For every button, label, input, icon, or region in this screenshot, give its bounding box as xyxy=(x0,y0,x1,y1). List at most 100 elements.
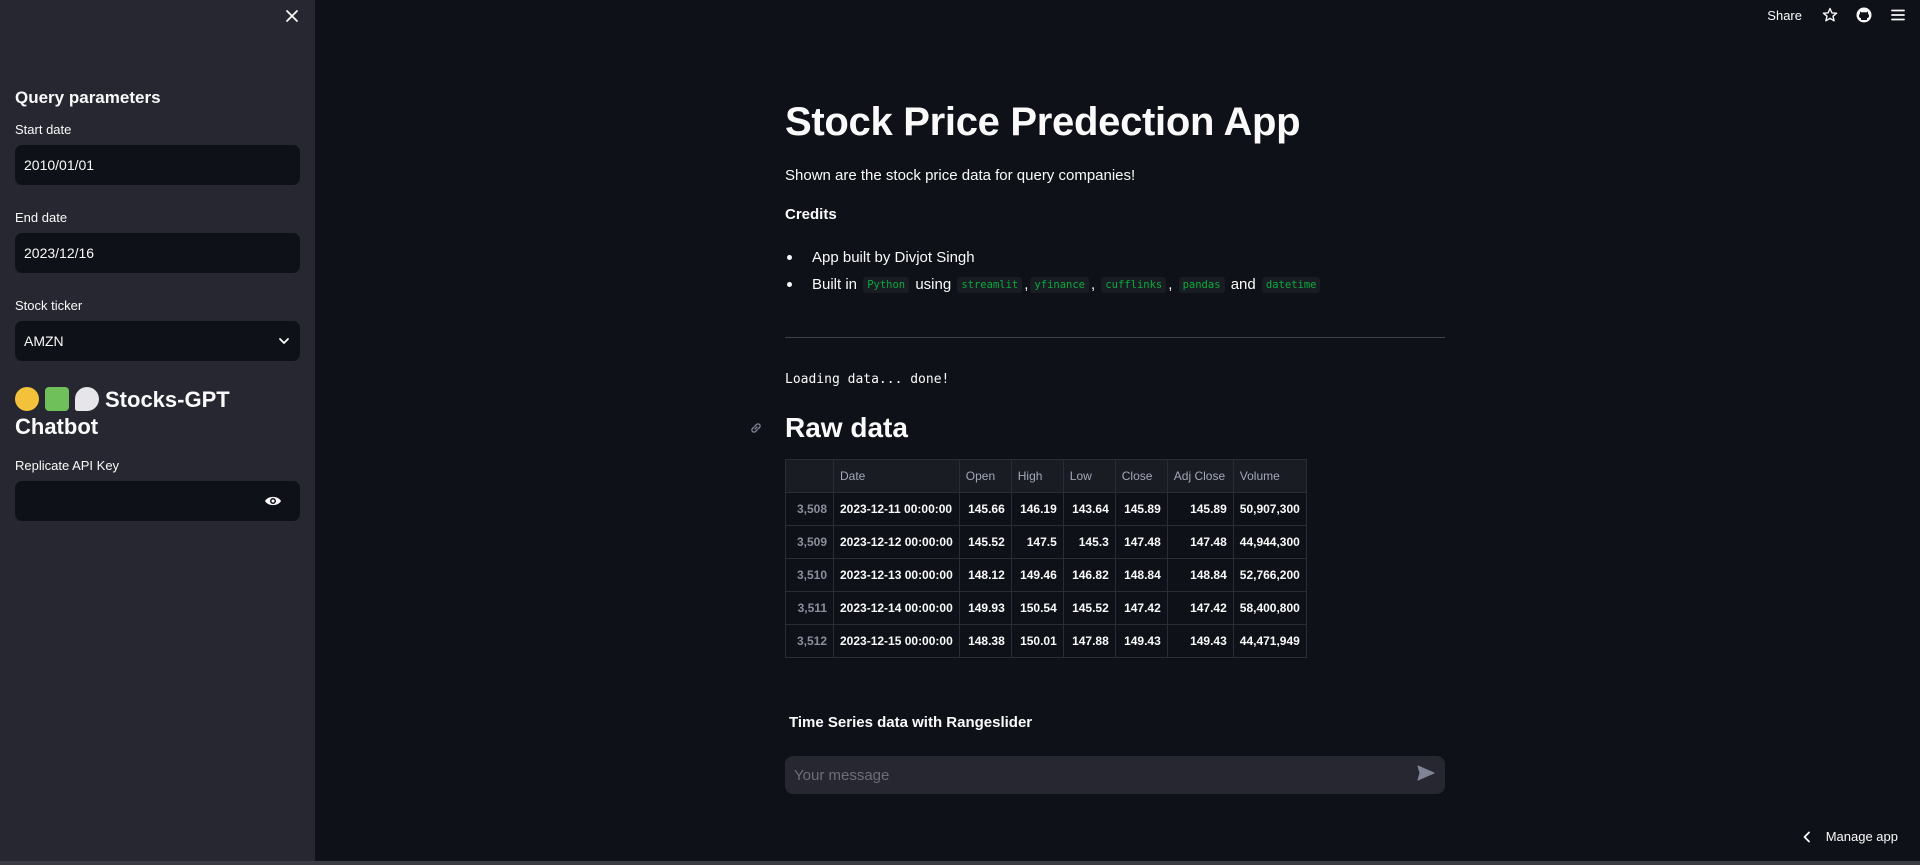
table-cell[interactable]: 149.43 xyxy=(1114,624,1168,658)
table-header-close[interactable]: Close xyxy=(1114,459,1168,493)
credit-item-tools: Built in Python using streamlit, yfinance… xyxy=(785,271,1322,298)
start-date-label: Start date xyxy=(15,122,72,137)
table-cell[interactable]: 146.82 xyxy=(1062,558,1116,592)
table-cell[interactable]: 44,471,949 xyxy=(1232,624,1307,658)
chatbot-title: Stocks-GPT Chatbot xyxy=(15,386,300,440)
code-pandas: pandas xyxy=(1178,276,1225,293)
code-streamlit: streamlit xyxy=(957,276,1023,293)
table-cell[interactable]: 2023-12-14 00:00:00 xyxy=(833,591,960,625)
chat-message-input[interactable] xyxy=(794,766,1394,784)
streamlit-app: Query parameters Start date 2010/01/01 E… xyxy=(0,0,1920,865)
table-cell[interactable]: 145.89 xyxy=(1114,492,1168,526)
api-key-input[interactable] xyxy=(15,481,300,521)
chevron-left-icon xyxy=(1803,831,1810,842)
table-row: 3,511 2023-12-14 00:00:00 149.93 150.54 … xyxy=(785,591,1307,625)
credits-list: App built by Divjot Singh Built in Pytho… xyxy=(785,244,1322,298)
table-cell[interactable]: 58,400,800 xyxy=(1232,591,1307,625)
money-face-emoji-icon xyxy=(15,387,39,411)
table-header-index[interactable] xyxy=(785,459,834,493)
money-wings-emoji-icon xyxy=(45,387,69,411)
table-row: 3,510 2023-12-13 00:00:00 148.12 149.46 … xyxy=(785,558,1307,592)
table-header-low[interactable]: Low xyxy=(1062,459,1116,493)
table-cell[interactable]: 143.64 xyxy=(1062,492,1116,526)
manage-app-button[interactable]: Manage app xyxy=(1802,829,1898,844)
end-date-input[interactable]: 2023/12/16 xyxy=(15,233,300,273)
stock-ticker-value: AMZN xyxy=(24,333,64,349)
table-cell[interactable]: 147.48 xyxy=(1166,525,1234,559)
loading-status: Loading data... done! xyxy=(785,372,950,387)
table-cell[interactable]: 147.42 xyxy=(1166,591,1234,625)
table-cell[interactable]: 2023-12-13 00:00:00 xyxy=(833,558,960,592)
code-python: Python xyxy=(863,276,910,293)
table-cell[interactable]: 3,512 xyxy=(785,624,834,658)
close-icon xyxy=(286,10,298,22)
table-row: 3,512 2023-12-15 00:00:00 148.38 150.01 … xyxy=(785,624,1307,658)
table-cell[interactable]: 145.3 xyxy=(1062,525,1116,559)
send-button[interactable] xyxy=(1417,765,1435,786)
table-cell[interactable]: 149.43 xyxy=(1166,624,1234,658)
table-cell[interactable]: 148.12 xyxy=(958,558,1012,592)
table-cell[interactable]: 148.84 xyxy=(1166,558,1234,592)
table-cell[interactable]: 2023-12-11 00:00:00 xyxy=(833,492,960,526)
table-cell[interactable]: 147.48 xyxy=(1114,525,1168,559)
github-icon xyxy=(1856,7,1872,23)
top-toolbar: Share xyxy=(1767,5,1908,25)
credits-heading: Credits xyxy=(785,206,837,223)
table-header-date[interactable]: Date xyxy=(833,459,960,493)
table-cell[interactable]: 147.42 xyxy=(1114,591,1168,625)
stock-ticker-label: Stock ticker xyxy=(15,298,83,313)
raw-data-table[interactable]: Date Open High Low Close Adj Close Volum… xyxy=(785,459,1307,658)
divider xyxy=(785,337,1445,338)
table-cell[interactable]: 148.38 xyxy=(958,624,1012,658)
bottom-border xyxy=(0,861,1920,865)
start-date-input[interactable]: 2010/01/01 xyxy=(15,145,300,185)
chat-input-container xyxy=(785,756,1445,794)
table-cell[interactable]: 145.52 xyxy=(958,525,1012,559)
table-cell[interactable]: 50,907,300 xyxy=(1232,492,1307,526)
using-text: using xyxy=(915,276,952,293)
table-cell[interactable]: 146.19 xyxy=(1010,492,1064,526)
eye-icon[interactable] xyxy=(264,495,282,507)
table-cell[interactable]: 149.93 xyxy=(958,591,1012,625)
table-cell[interactable]: 52,766,200 xyxy=(1232,558,1307,592)
table-header-volume[interactable]: Volume xyxy=(1232,459,1307,493)
link-icon xyxy=(751,423,761,433)
table-header-adj-close[interactable]: Adj Close xyxy=(1166,459,1234,493)
page-subtitle: Shown are the stock price data for query… xyxy=(785,167,1136,184)
table-cell[interactable]: 145.66 xyxy=(958,492,1012,526)
code-yfinance: yfinance xyxy=(1030,276,1089,293)
and-text: and xyxy=(1230,276,1256,293)
table-header-high[interactable]: High xyxy=(1010,459,1064,493)
sidebar-header: Query parameters xyxy=(15,88,161,107)
table-cell[interactable]: 3,509 xyxy=(785,525,834,559)
close-sidebar-button[interactable] xyxy=(282,6,302,26)
table-cell[interactable]: 2023-12-12 00:00:00 xyxy=(833,525,960,559)
end-date-value: 2023/12/16 xyxy=(24,245,95,261)
github-button[interactable] xyxy=(1854,5,1874,25)
table-cell[interactable]: 145.89 xyxy=(1166,492,1234,526)
table-cell[interactable]: 150.01 xyxy=(1010,624,1064,658)
table-cell[interactable]: 3,511 xyxy=(785,591,834,625)
table-cell[interactable]: 150.54 xyxy=(1010,591,1064,625)
table-cell[interactable]: 2023-12-15 00:00:00 xyxy=(833,624,960,658)
raw-data-anchor-link[interactable] xyxy=(747,419,765,437)
built-in-text: Built in xyxy=(812,276,858,293)
table-cell[interactable]: 3,510 xyxy=(785,558,834,592)
table-cell[interactable]: 147.5 xyxy=(1010,525,1064,559)
table-cell[interactable]: 145.52 xyxy=(1062,591,1116,625)
share-button[interactable]: Share xyxy=(1767,8,1802,23)
table-row: 3,509 2023-12-12 00:00:00 145.52 147.5 1… xyxy=(785,525,1307,559)
table-cell[interactable]: 44,944,300 xyxy=(1232,525,1307,559)
sidebar-content: Query parameters Start date 2010/01/01 E… xyxy=(15,88,300,546)
star-icon xyxy=(1822,7,1838,22)
stock-ticker-select[interactable]: AMZN xyxy=(15,321,300,361)
table-cell[interactable]: 148.84 xyxy=(1114,558,1168,592)
hamburger-menu-icon xyxy=(1891,9,1905,21)
table-header-open[interactable]: Open xyxy=(958,459,1012,493)
credit-item-author: App built by Divjot Singh xyxy=(785,244,1322,271)
main-menu-button[interactable] xyxy=(1888,5,1908,25)
table-cell[interactable]: 149.46 xyxy=(1010,558,1064,592)
table-cell[interactable]: 147.88 xyxy=(1062,624,1116,658)
star-button[interactable] xyxy=(1820,5,1840,25)
table-cell[interactable]: 3,508 xyxy=(785,492,834,526)
